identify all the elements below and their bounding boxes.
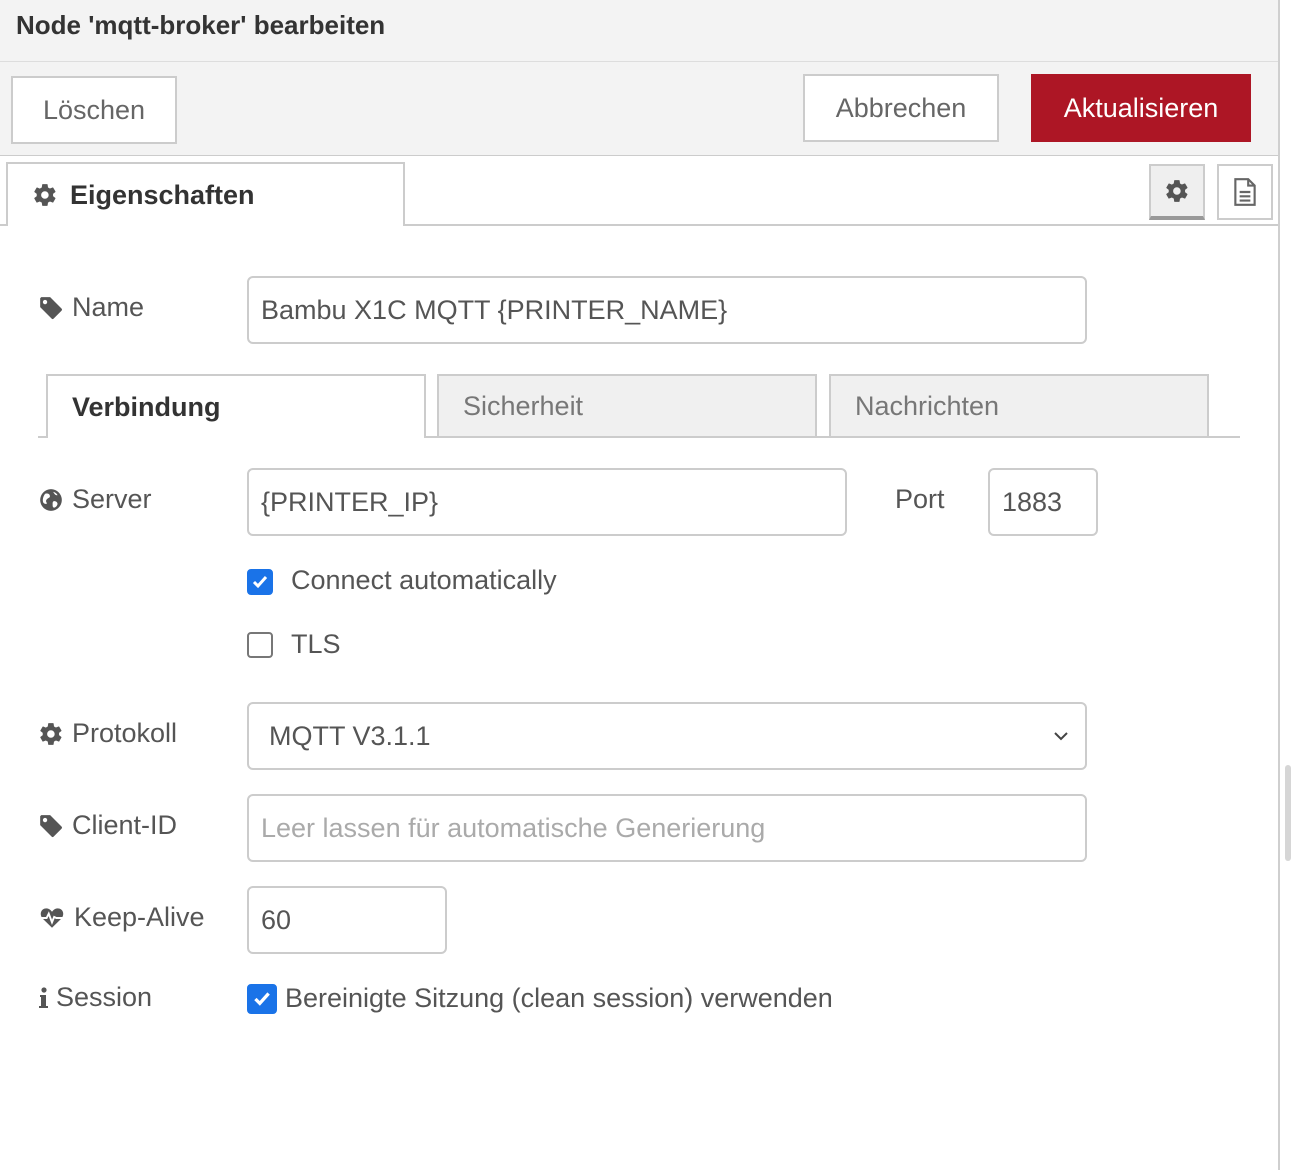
check-icon: [252, 576, 268, 589]
clean-session-label: Bereinigte Sitzung (clean session) verwe…: [285, 983, 833, 1013]
tag-icon: [40, 814, 63, 837]
delete-button[interactable]: Löschen: [11, 76, 177, 144]
dialog-tabstrip: Eigenschaften: [0, 156, 1280, 226]
protocol-select[interactable]: MQTT V3.1.1: [247, 702, 1087, 770]
update-button[interactable]: Aktualisieren: [1031, 74, 1251, 142]
tls-checkbox[interactable]: [247, 632, 273, 658]
port-label-text: Port: [895, 484, 945, 514]
session-label-text: Session: [56, 982, 153, 1012]
tab-connection[interactable]: Verbindung: [46, 374, 426, 438]
server-input[interactable]: [247, 468, 847, 536]
info-icon: [39, 986, 48, 1008]
server-label-text: Server: [72, 484, 152, 514]
tab-security[interactable]: Sicherheit: [437, 374, 817, 436]
client-id-label: Client-ID: [38, 810, 177, 841]
chevron-down-icon: [1054, 732, 1068, 741]
tls-label: TLS: [291, 629, 341, 659]
dialog-titlebar: Node 'mqtt-broker' bearbeiten: [0, 0, 1280, 62]
tab-properties-label: Eigenschaften: [70, 179, 255, 210]
gear-icon: [1166, 180, 1188, 202]
edit-dialog: Node 'mqtt-broker' bearbeiten Löschen Ab…: [0, 0, 1280, 1170]
protocol-label: Protokoll: [38, 718, 177, 749]
name-label: Name: [38, 292, 144, 323]
dialog-title: Node 'mqtt-broker' bearbeiten: [16, 10, 386, 40]
port-input[interactable]: [988, 468, 1098, 536]
tab-messages[interactable]: Nachrichten: [829, 374, 1209, 436]
clean-session-checkbox[interactable]: [247, 984, 277, 1014]
dialog-toolbar: Löschen Abbrechen Aktualisieren: [0, 62, 1280, 156]
keepalive-label: Keep-Alive: [38, 902, 205, 933]
cancel-button[interactable]: Abbrechen: [803, 74, 999, 142]
description-tab-button[interactable]: [1217, 164, 1273, 220]
check-icon: [254, 992, 270, 1006]
heartbeat-icon: [40, 907, 64, 928]
name-label-text: Name: [72, 292, 145, 322]
gear-icon: [40, 722, 62, 745]
client-id-label-text: Client-ID: [72, 810, 178, 840]
scrollbar-thumb[interactable]: [1285, 765, 1291, 861]
client-id-input[interactable]: [247, 794, 1087, 862]
connect-automatically-checkbox[interactable]: [247, 569, 273, 595]
document-icon: [1234, 178, 1256, 206]
connection-subtabs: Verbindung Sicherheit Nachrichten: [38, 374, 1240, 438]
panel-border: [1278, 0, 1280, 1170]
server-label: Server: [38, 484, 152, 515]
protocol-label-text: Protokoll: [72, 718, 178, 748]
port-label: Port: [895, 484, 945, 515]
tag-icon: [40, 296, 63, 319]
gear-icon: [34, 184, 56, 206]
tab-properties[interactable]: Eigenschaften: [6, 162, 405, 226]
keepalive-input[interactable]: [247, 886, 447, 954]
connect-automatically-label: Connect automatically: [291, 565, 557, 595]
settings-tab-button[interactable]: [1149, 164, 1205, 220]
session-label: Session: [38, 982, 152, 1013]
protocol-selected-value: MQTT V3.1.1: [269, 720, 431, 751]
properties-form: Name Verbindung Sicherheit Nachrichten S…: [0, 226, 1280, 1170]
globe-icon: [40, 488, 62, 511]
name-input[interactable]: [247, 276, 1087, 344]
keepalive-label-text: Keep-Alive: [74, 902, 205, 932]
